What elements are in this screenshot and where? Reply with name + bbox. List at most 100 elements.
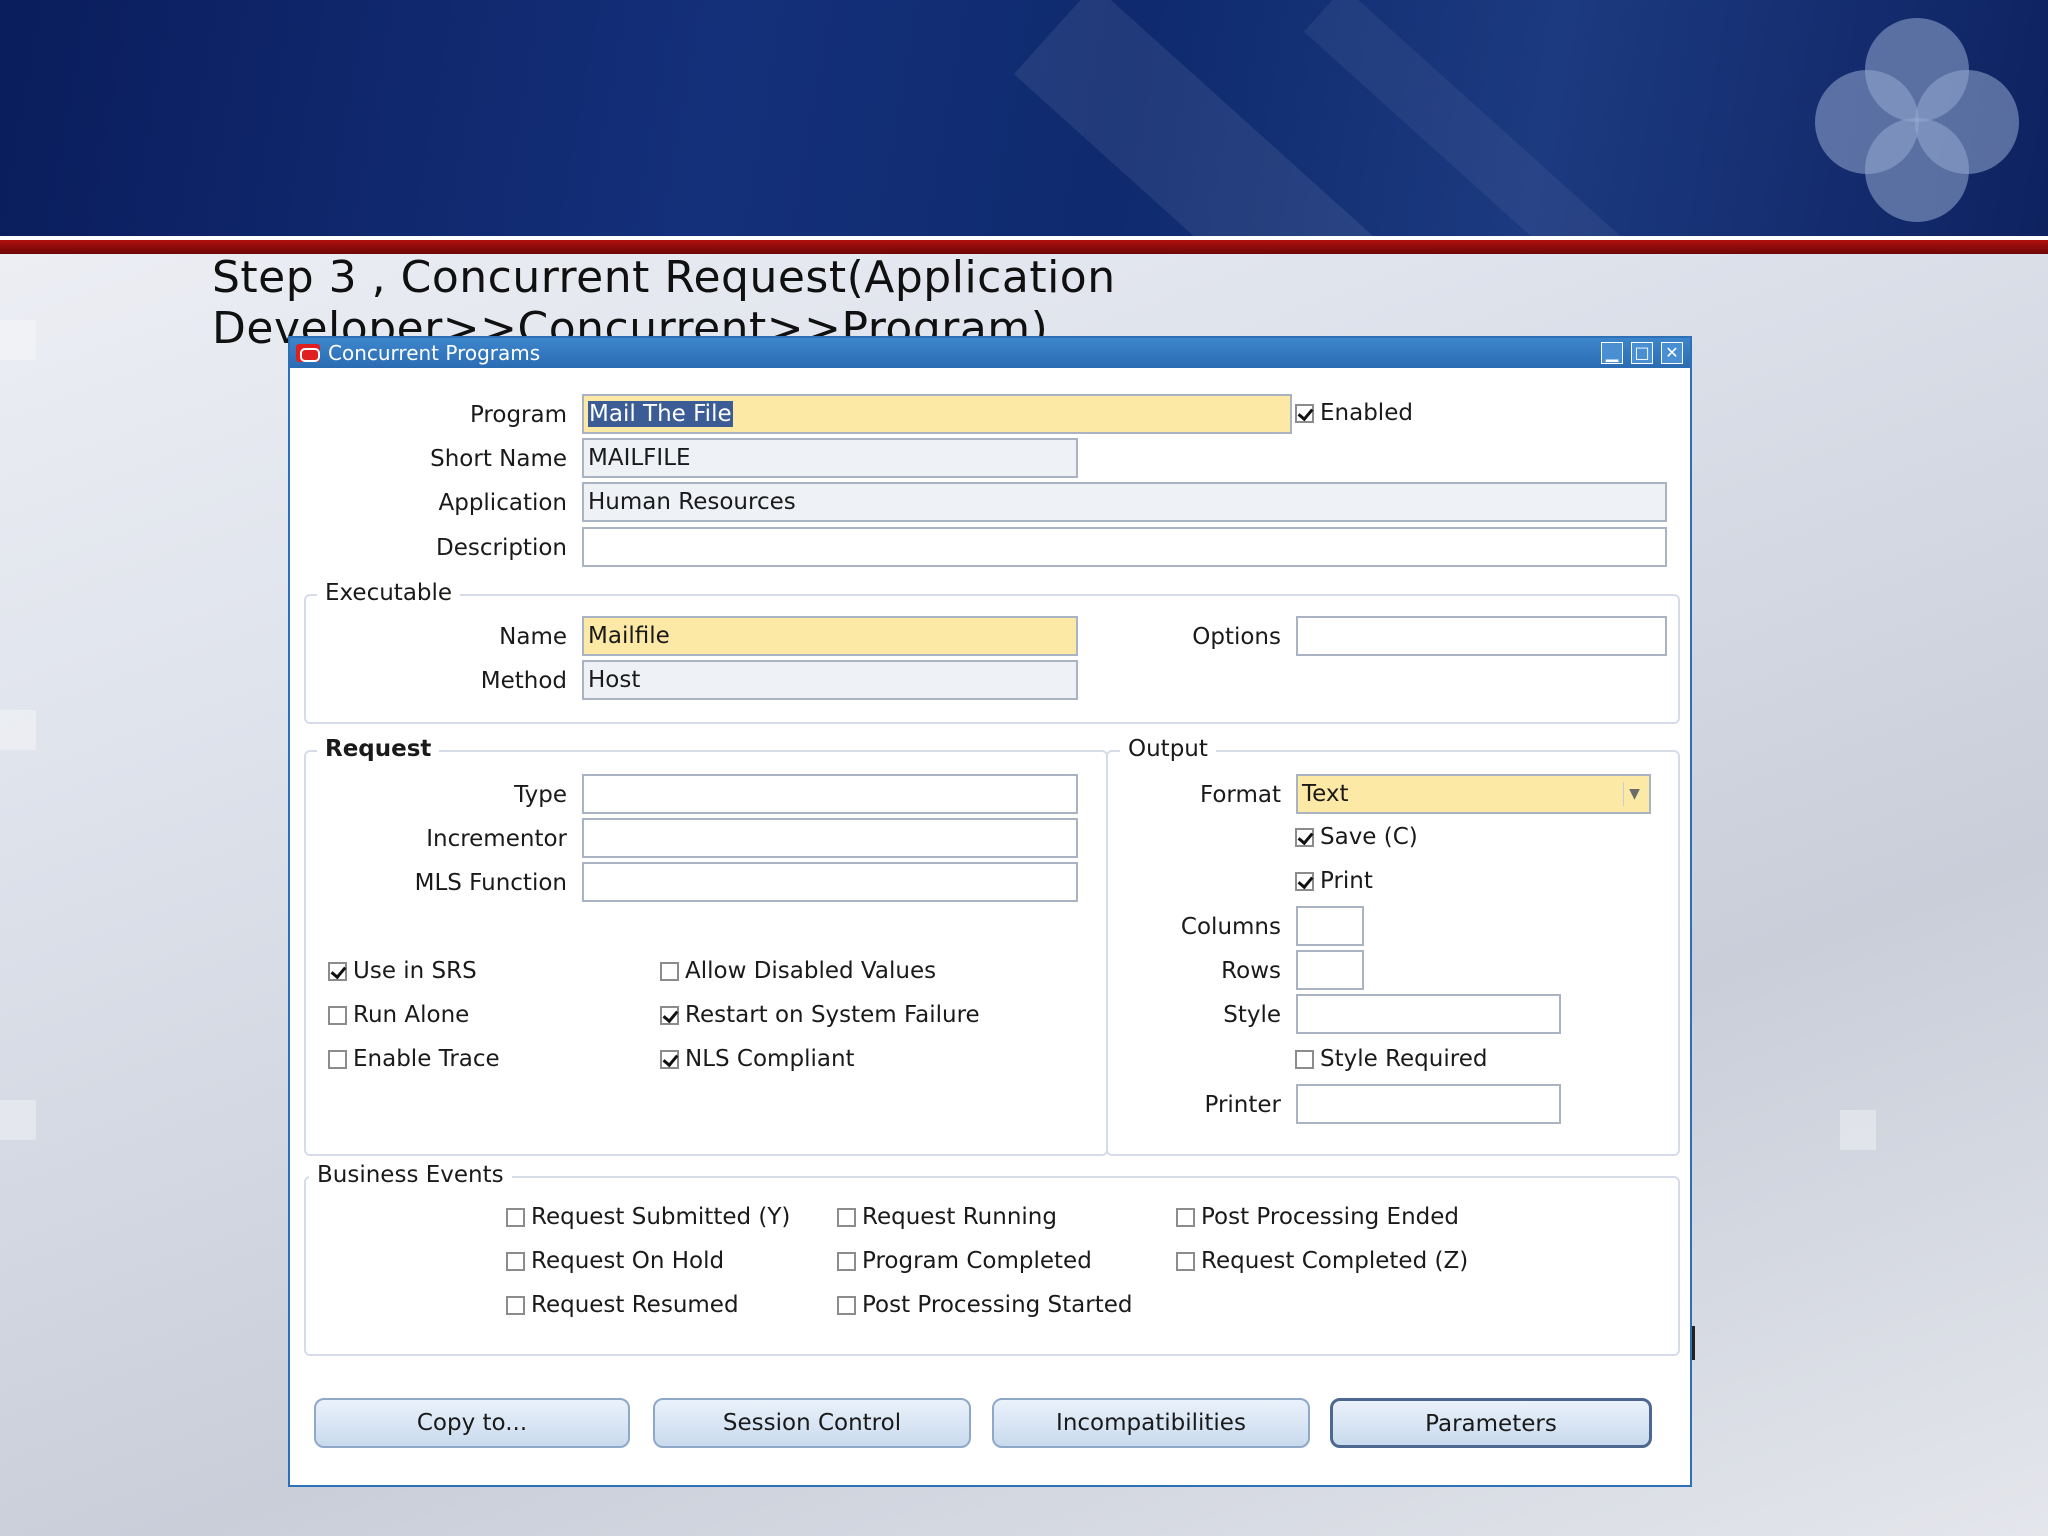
program-label: Program <box>469 402 567 428</box>
copy-to-button[interactable]: Copy to... <box>314 1398 630 1448</box>
request-submitted-label: Request Submitted (Y) <box>531 1204 791 1230</box>
type-label: Type <box>514 782 567 808</box>
run-alone-label: Run Alone <box>353 1002 470 1028</box>
request-submitted-check-icon <box>506 1207 525 1227</box>
banner-streak <box>1303 0 1657 236</box>
post-processing-started-check-icon <box>837 1295 856 1315</box>
columns-field[interactable] <box>1296 906 1364 946</box>
business-events-title: Business Events <box>309 1162 512 1188</box>
format-select[interactable]: Text ▼ <box>1296 774 1651 814</box>
post-processing-ended-check-icon <box>1176 1207 1195 1227</box>
format-label: Format <box>1199 782 1281 808</box>
enabled-label: Enabled <box>1320 400 1413 426</box>
style-required-label: Style Required <box>1320 1046 1488 1072</box>
use-in-srs-checkbox[interactable]: Use in SRS <box>328 958 477 984</box>
use-in-srs-label: Use in SRS <box>353 958 477 984</box>
request-completed-check-icon <box>1176 1251 1195 1271</box>
request-resumed-label: Request Resumed <box>531 1292 739 1318</box>
background-shape <box>0 710 36 750</box>
incrementor-field[interactable] <box>582 818 1078 858</box>
style-label: Style <box>1223 1002 1281 1028</box>
mls-function-label: MLS Function <box>414 870 567 896</box>
maximize-icon[interactable]: □ <box>1631 342 1653 364</box>
rows-label: Rows <box>1221 958 1281 984</box>
options-label: Options <box>1192 624 1281 650</box>
request-running-label: Request Running <box>862 1204 1057 1230</box>
enabled-checkbox[interactable]: Enabled <box>1295 400 1413 426</box>
background-shape <box>0 1100 36 1140</box>
request-on-hold-checkbox[interactable]: Request On Hold <box>506 1248 724 1274</box>
request-on-hold-check-icon <box>506 1251 525 1271</box>
request-running-checkbox[interactable]: Request Running <box>837 1204 1057 1230</box>
enabled-check-icon <box>1295 403 1314 423</box>
minimize-icon[interactable]: ▁ <box>1601 342 1623 364</box>
columns-label: Columns <box>1180 914 1281 940</box>
method-field[interactable]: Host <box>582 660 1078 700</box>
background-shape <box>1840 1110 1876 1150</box>
save-checkbox[interactable]: Save (C) <box>1295 824 1418 850</box>
output-group-title: Output <box>1120 736 1216 762</box>
request-resumed-checkbox[interactable]: Request Resumed <box>506 1292 739 1318</box>
style-required-checkbox[interactable]: Style Required <box>1295 1046 1487 1072</box>
post-processing-ended-checkbox[interactable]: Post Processing Ended <box>1176 1204 1459 1230</box>
print-checkbox[interactable]: Print <box>1295 868 1373 894</box>
request-running-check-icon <box>837 1207 856 1227</box>
use-in-srs-check-icon <box>328 961 347 981</box>
restart-on-failure-check-icon <box>660 1005 679 1025</box>
concurrent-programs-window: Concurrent Programs ▁ □ ✕ Program Mail T… <box>288 336 1692 1487</box>
short-name-field[interactable]: MAILFILE <box>582 438 1078 478</box>
application-field[interactable]: Human Resources <box>582 482 1667 522</box>
chevron-down-icon[interactable]: ▼ <box>1623 782 1645 806</box>
parameters-button[interactable]: Parameters <box>1330 1398 1652 1448</box>
rows-field[interactable] <box>1296 950 1364 990</box>
slide-banner <box>0 0 2048 236</box>
program-field[interactable]: Mail The File <box>582 394 1292 434</box>
restart-on-failure-checkbox[interactable]: Restart on System Failure <box>660 1002 980 1028</box>
window-title: Concurrent Programs <box>328 341 541 365</box>
type-field[interactable] <box>582 774 1078 814</box>
enable-trace-check-icon <box>328 1049 347 1069</box>
nls-compliant-checkbox[interactable]: NLS Compliant <box>660 1046 855 1072</box>
program-completed-checkbox[interactable]: Program Completed <box>837 1248 1092 1274</box>
print-label: Print <box>1320 868 1373 894</box>
run-alone-checkbox[interactable]: Run Alone <box>328 1002 469 1028</box>
description-label: Description <box>436 535 567 561</box>
program-completed-label: Program Completed <box>862 1248 1092 1274</box>
request-resumed-check-icon <box>506 1295 525 1315</box>
application-label: Application <box>438 490 567 516</box>
mls-function-field[interactable] <box>582 862 1078 902</box>
window-titlebar[interactable]: Concurrent Programs ▁ □ ✕ <box>290 338 1690 368</box>
nls-compliant-label: NLS Compliant <box>685 1046 855 1072</box>
session-control-button[interactable]: Session Control <box>653 1398 971 1448</box>
enable-trace-label: Enable Trace <box>353 1046 500 1072</box>
request-on-hold-label: Request On Hold <box>531 1248 725 1274</box>
allow-disabled-values-label: Allow Disabled Values <box>685 958 937 984</box>
printer-label: Printer <box>1204 1092 1281 1118</box>
allow-disabled-values-check-icon <box>660 961 679 981</box>
post-processing-started-checkbox[interactable]: Post Processing Started <box>837 1292 1133 1318</box>
style-field[interactable] <box>1296 994 1561 1034</box>
description-field[interactable] <box>582 527 1667 567</box>
close-icon[interactable]: ✕ <box>1661 342 1683 364</box>
nls-compliant-check-icon <box>660 1049 679 1069</box>
restart-on-failure-label: Restart on System Failure <box>685 1002 980 1028</box>
incompatibilities-button[interactable]: Incompatibilities <box>992 1398 1310 1448</box>
executable-group <box>304 594 1680 724</box>
executable-name-label: Name <box>499 624 567 650</box>
enable-trace-checkbox[interactable]: Enable Trace <box>328 1046 500 1072</box>
format-value: Text <box>1302 781 1349 807</box>
options-field[interactable] <box>1296 616 1667 656</box>
save-check-icon <box>1295 827 1314 847</box>
request-submitted-checkbox[interactable]: Request Submitted (Y) <box>506 1204 790 1230</box>
style-required-check-icon <box>1295 1049 1314 1069</box>
executable-name-field[interactable]: Mailfile <box>582 616 1078 656</box>
executable-group-title: Executable <box>317 580 461 606</box>
post-processing-started-label: Post Processing Started <box>862 1292 1133 1318</box>
background-shape <box>0 320 36 360</box>
request-completed-checkbox[interactable]: Request Completed (Z) <box>1176 1248 1468 1274</box>
run-alone-check-icon <box>328 1005 347 1025</box>
print-check-icon <box>1295 871 1314 891</box>
printer-field[interactable] <box>1296 1084 1561 1124</box>
post-processing-ended-label: Post Processing Ended <box>1201 1204 1460 1230</box>
allow-disabled-values-checkbox[interactable]: Allow Disabled Values <box>660 958 936 984</box>
